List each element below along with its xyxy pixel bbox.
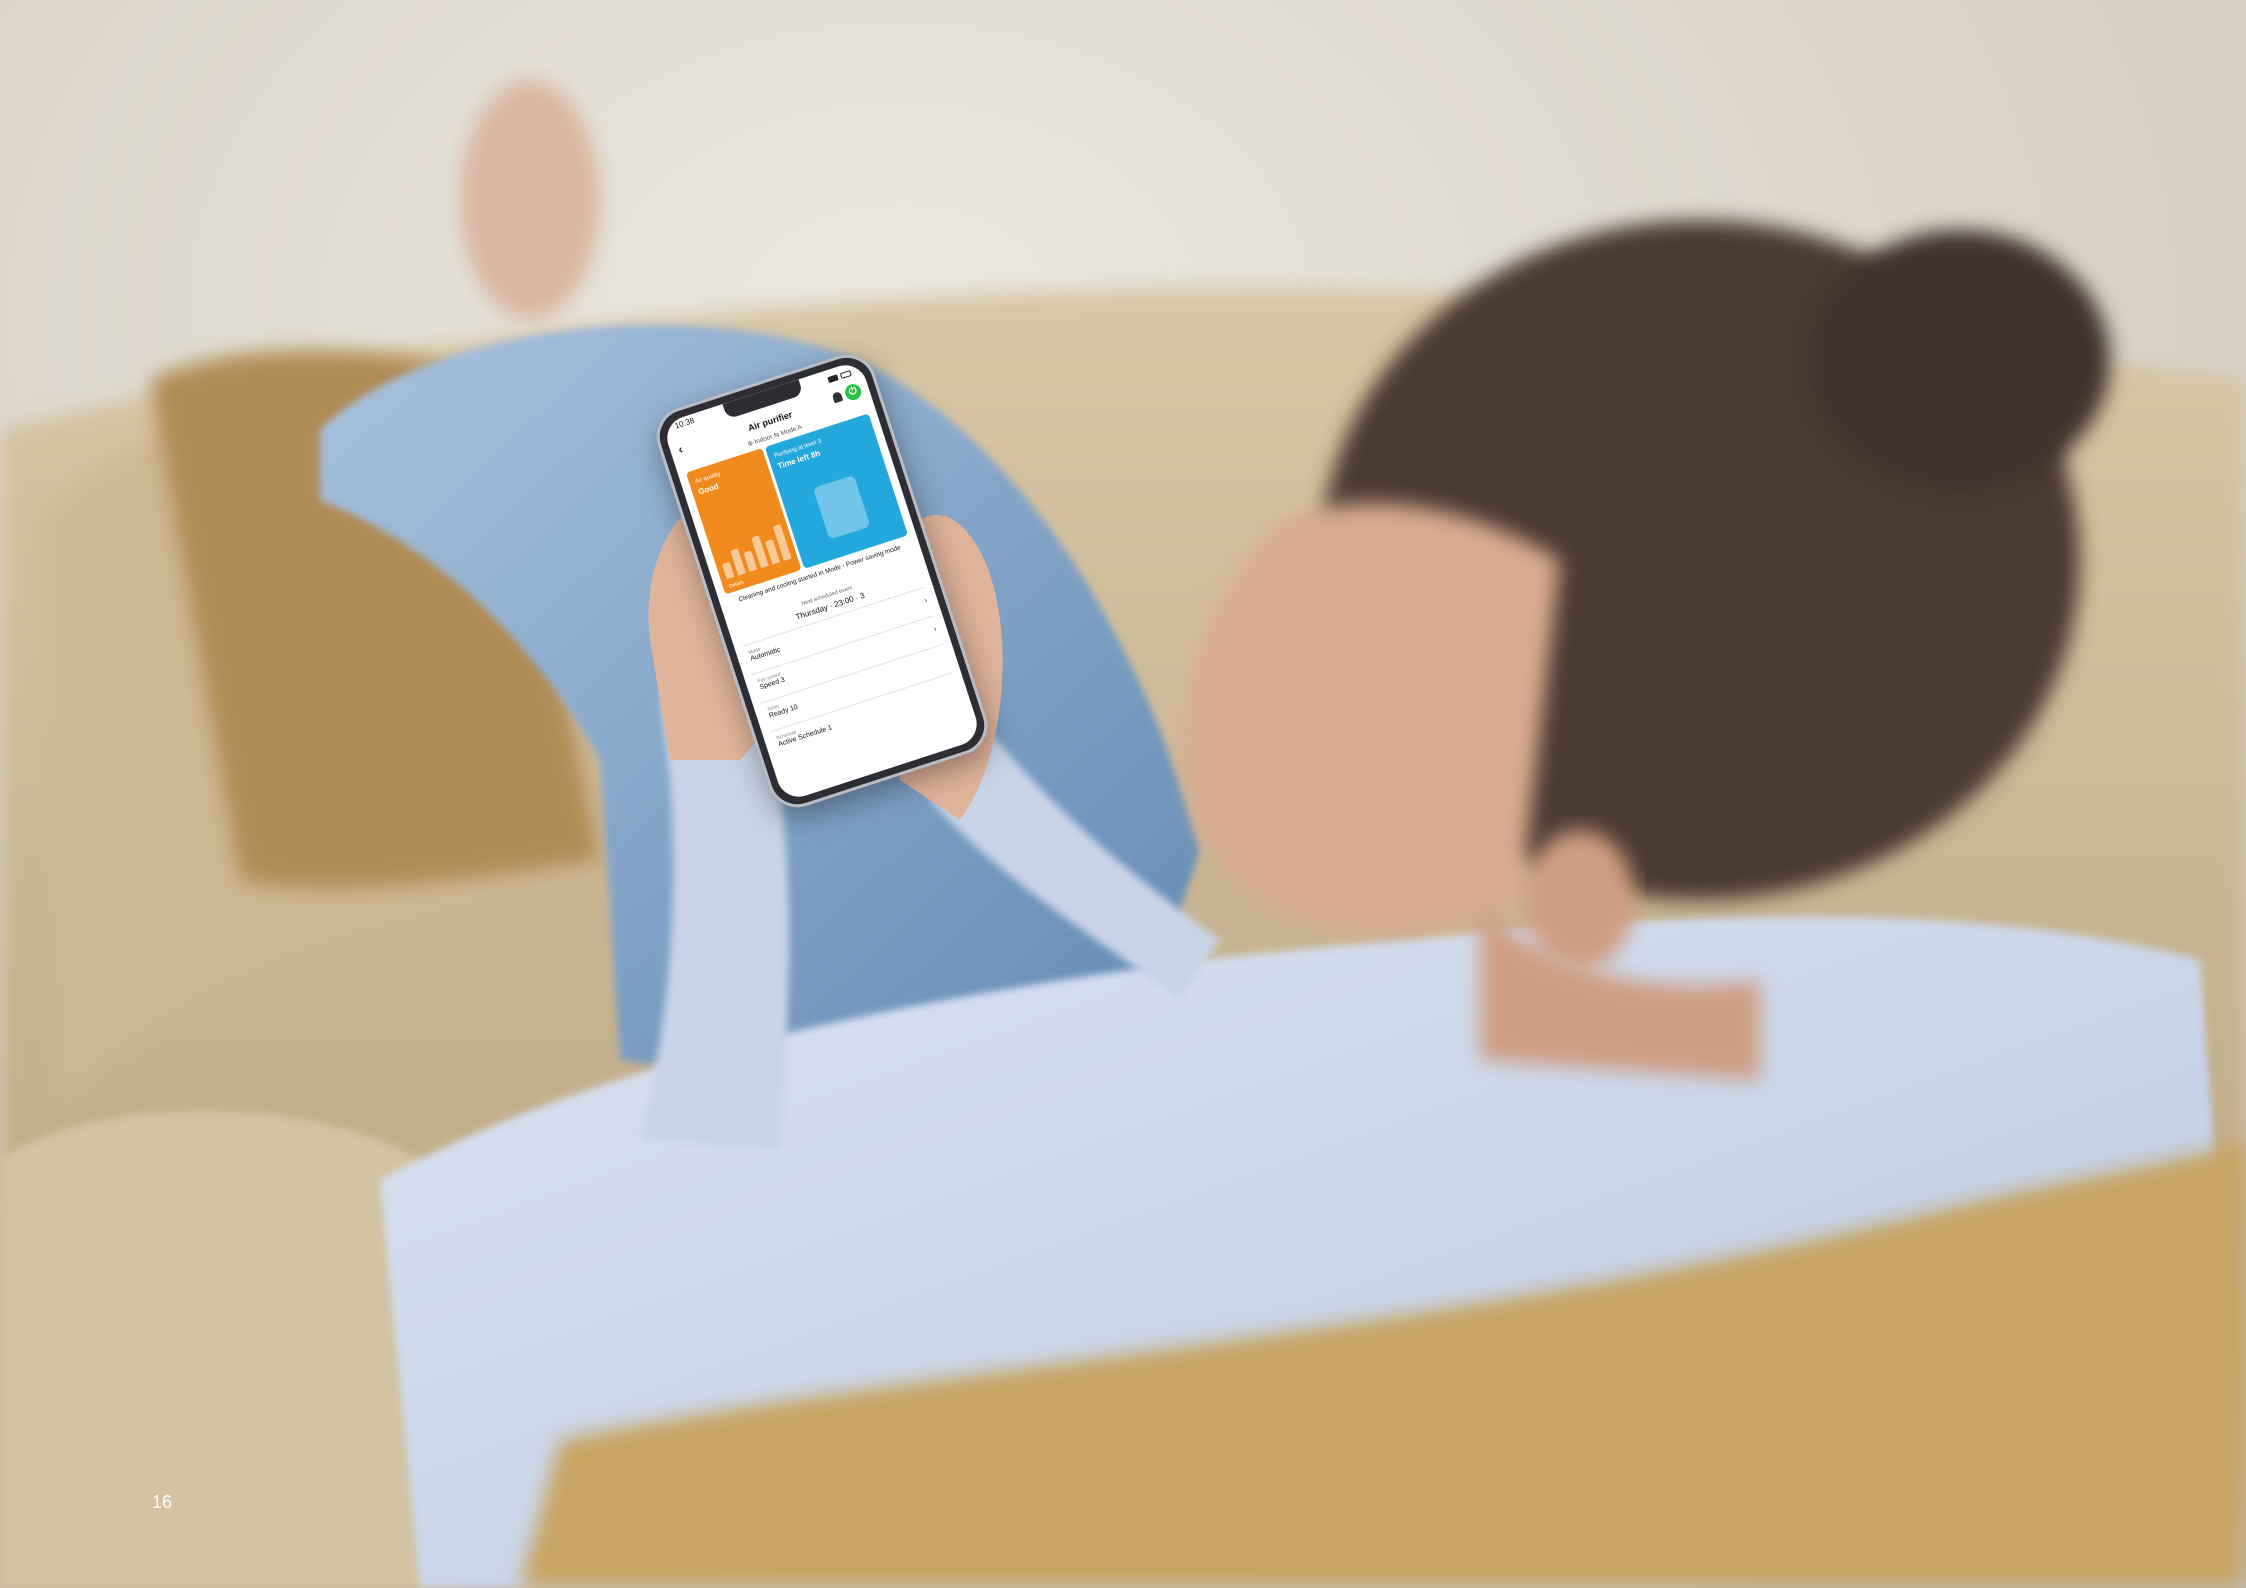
tile-foot: Details (728, 579, 745, 590)
ear (1525, 830, 1635, 970)
bar (743, 550, 758, 572)
chevron-right-icon: › (923, 595, 929, 606)
signal-icon (827, 374, 839, 384)
face (1184, 503, 1560, 934)
bar (721, 561, 735, 580)
purifier-illustration (812, 474, 871, 540)
hair-bun (1810, 230, 2110, 490)
background-photo (0, 0, 2246, 1588)
photo-scene: 10:38 ‹ Air purifier ⏻ ⊕ Indoor ⇆ Mode A… (0, 0, 2246, 1588)
page-number: 16 (152, 1492, 173, 1512)
chevron-right-icon: › (932, 624, 938, 634)
back-chevron-icon[interactable]: ‹ (676, 442, 684, 457)
power-button-icon[interactable]: ⏻ (843, 382, 864, 403)
air-quality-bars (714, 520, 792, 580)
battery-icon (839, 369, 853, 380)
bell-icon[interactable] (831, 391, 844, 404)
feet (460, 80, 600, 320)
